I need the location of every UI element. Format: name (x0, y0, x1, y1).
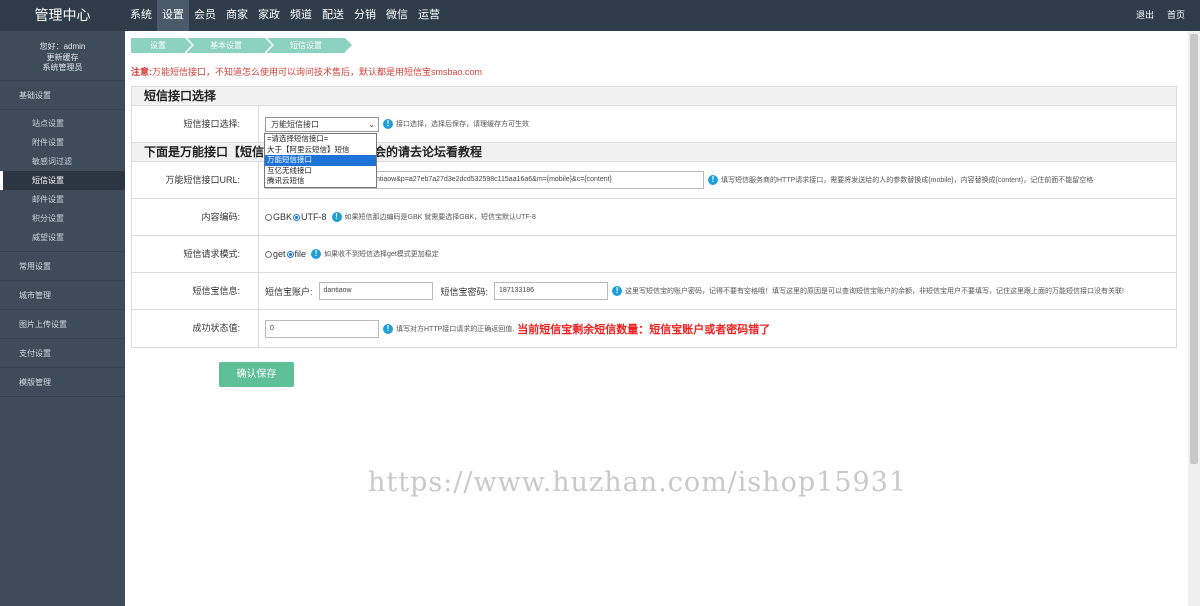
notice-prefix: 注意: (131, 67, 152, 77)
row-request-mode: 短信请求模式: get file ! 如果收不到短信选择get模式更加稳定 (132, 236, 1176, 273)
encoding-gbk-label: GBK (273, 212, 293, 222)
sidebar-item-site[interactable]: 站点设置 (0, 114, 125, 133)
top-bar: 管理中心 系统 设置 会员 商家 家政 频道 配送 分销 微信 运营 退出 首页 (0, 0, 1200, 31)
dropdown-option[interactable]: =请选择短信接口= (265, 134, 376, 145)
notice-body: 万能短信接口，不知道怎么使用可以询问技术售后，默认都是用短信宝smsbao.co… (152, 67, 483, 77)
sidebar-group-templates[interactable]: 模版管理 (0, 368, 125, 397)
dropdown-option[interactable]: 大于【阿里云短信】短信 (265, 145, 376, 156)
smsbao-hint: 这里写短信宝的账户密码，记得不要有空格哦！填写这里的原因是可以查询短信宝账户的余… (625, 288, 1124, 295)
sidebar-item-sms[interactable]: 短信设置 (0, 171, 125, 190)
sidebar: 您好：admin 更新缓存 系统管理员 基础设置 站点设置 附件设置 敏感词过滤… (0, 31, 125, 606)
dropdown-option-selected[interactable]: 万能短信接口 (265, 155, 376, 166)
top-right-links: 退出 首页 (1136, 0, 1185, 31)
topnav-housekeeping[interactable]: 家政 (253, 0, 285, 31)
interface-hint: 接口选择，选择后保存，请理缓存方可生效 (396, 121, 529, 128)
encoding-utf8-label: UTF-8 (301, 212, 327, 222)
breadcrumb-basic-settings[interactable]: 基本设置 (187, 38, 272, 53)
sms-settings-form: 短信接口选择 短信接口选择: 万能短信接口 ⌄ ! 接口选择，选择后保存，请理缓… (131, 86, 1177, 348)
balance-warning: 当前短信宝剩余短信数量：短信宝账户或者密码错了 (517, 323, 771, 336)
brand-title[interactable]: 管理中心 (0, 0, 125, 31)
sidebar-item-prestige[interactable]: 威望设置 (0, 228, 125, 247)
interface-select-value: 万能短信接口 (271, 119, 319, 129)
smsbao-label: 短信宝信息: (132, 273, 259, 309)
encoding-label: 内容编码: (132, 199, 259, 235)
info-icon: ! (311, 249, 322, 259)
topnav-settings[interactable]: 设置 (157, 0, 189, 31)
mode-file-radio[interactable] (286, 250, 294, 258)
user-role: 系统管理员 (42, 63, 83, 72)
refresh-cache-link[interactable]: 更新缓存 (0, 53, 125, 64)
breadcrumb-sms-settings[interactable]: 短信设置 (267, 38, 352, 53)
user-box: 您好：admin 更新缓存 系统管理员 (0, 31, 125, 81)
encoding-hint: 如果短信那边编码是GBK 就需要选择GBK，短信宝默认UTF-8 (344, 214, 536, 221)
info-icon: ! (383, 119, 393, 129)
dropdown-option[interactable]: 腾讯云短信 (265, 176, 376, 187)
status-input[interactable]: 0 (265, 319, 379, 338)
row-encoding: 内容编码: GBK UTF-8 ! 如果短信那边编码是GBK 就需要选择GBK，… (132, 199, 1176, 236)
sidebar-item-attachments[interactable]: 附件设置 (0, 133, 125, 152)
topnav-delivery[interactable]: 配送 (317, 0, 349, 31)
row-success-status: 成功状态值: 0 ! 填写对方HTTP接口请求的正确返回值, 当前短信宝剩余短信… (132, 310, 1176, 347)
smsbao-account-input[interactable]: dantiaow (318, 282, 433, 300)
logout-link[interactable]: 退出 (1136, 0, 1154, 31)
sidebar-group-city[interactable]: 城市管理 (0, 281, 125, 310)
topnav-members[interactable]: 会员 (189, 0, 221, 31)
smsbao-password-label: 短信宝密码: (440, 286, 489, 297)
section-title-left: 下面是万能接口【短信宝 (144, 145, 277, 159)
section-title-interface: 短信接口选择 (132, 87, 1176, 106)
sidebar-item-email[interactable]: 邮件设置 (0, 190, 125, 209)
topnav-distribution[interactable]: 分销 (349, 0, 381, 31)
home-link[interactable]: 首页 (1167, 0, 1185, 31)
interface-select-dropdown: =请选择短信接口= 大于【阿里云短信】短信 万能短信接口 互亿无线接口 腾讯云短… (264, 133, 377, 188)
row-smsbao-info: 短信宝信息: 短信宝账户: dantiaow 短信宝密码: 187133186 … (132, 273, 1176, 310)
mode-file-label: file (294, 249, 307, 259)
info-icon: ! (383, 323, 393, 334)
sidebar-group-common[interactable]: 常用设置 (0, 252, 125, 281)
interface-select[interactable]: 万能短信接口 ⌄ (265, 116, 379, 132)
breadcrumb: 设置 基本设置 短信设置 (131, 38, 352, 53)
status-hint: 填写对方HTTP接口请求的正确返回值, (396, 325, 515, 333)
smsbao-account-label: 短信宝账户: (265, 286, 313, 297)
sidebar-group-image-upload[interactable]: 图片上传设置 (0, 310, 125, 339)
dropdown-option[interactable]: 互亿无线接口 (265, 166, 376, 177)
scrollbar[interactable] (1188, 31, 1200, 606)
top-nav: 系统 设置 会员 商家 家政 频道 配送 分销 微信 运营 (125, 0, 445, 31)
info-icon: ! (331, 212, 342, 222)
watermark: https://www.huzhan.com/ishop15931 (368, 467, 908, 498)
sidebar-group-basic[interactable]: 基础设置 (0, 81, 125, 110)
interface-select-label: 短信接口选择: (132, 106, 259, 142)
scrollbar-thumb[interactable] (1190, 34, 1198, 464)
info-icon: ! (708, 175, 718, 185)
status-label: 成功状态值: (132, 310, 259, 347)
sidebar-item-word-filter[interactable]: 敏感词过滤 (0, 152, 125, 171)
section-title-right: 会的请去论坛看教程 (374, 145, 483, 159)
mode-get-label: get (273, 249, 286, 259)
save-button[interactable]: 确认保存 (219, 362, 294, 387)
user-greeting: 您好：admin (39, 42, 86, 51)
smsbao-password-input[interactable]: 187133186 (494, 282, 609, 300)
breadcrumb-settings[interactable]: 设置 (131, 38, 192, 53)
notice-text: 注意:万能短信接口，不知道怎么使用可以询问技术售后，默认都是用短信宝smsbao… (131, 65, 482, 78)
topnav-channels[interactable]: 频道 (285, 0, 317, 31)
main-content: 设置 基本设置 短信设置 注意:万能短信接口，不知道怎么使用可以询问技术售后，默… (125, 31, 1188, 606)
mode-hint: 如果收不到短信选择get模式更加稳定 (324, 251, 439, 258)
topnav-wechat[interactable]: 微信 (381, 0, 413, 31)
topnav-merchants[interactable]: 商家 (221, 0, 253, 31)
info-icon: ! (612, 286, 623, 296)
mode-label: 短信请求模式: (132, 236, 259, 272)
sidebar-group-payment[interactable]: 支付设置 (0, 339, 125, 368)
encoding-utf8-radio[interactable] (293, 213, 301, 221)
url-label: 万能短信接口URL: (132, 162, 259, 198)
mode-get-radio[interactable] (265, 250, 272, 258)
sidebar-item-points[interactable]: 积分设置 (0, 209, 125, 228)
topnav-system[interactable]: 系统 (125, 0, 157, 31)
chevron-down-icon: ⌄ (368, 119, 375, 129)
topnav-operations[interactable]: 运营 (413, 0, 445, 31)
encoding-gbk-radio[interactable] (265, 213, 272, 221)
url-hint: 填写短信服务商的HTTP请求接口，需要将发送给的人的参数替换成{mobile}，… (721, 177, 1094, 184)
